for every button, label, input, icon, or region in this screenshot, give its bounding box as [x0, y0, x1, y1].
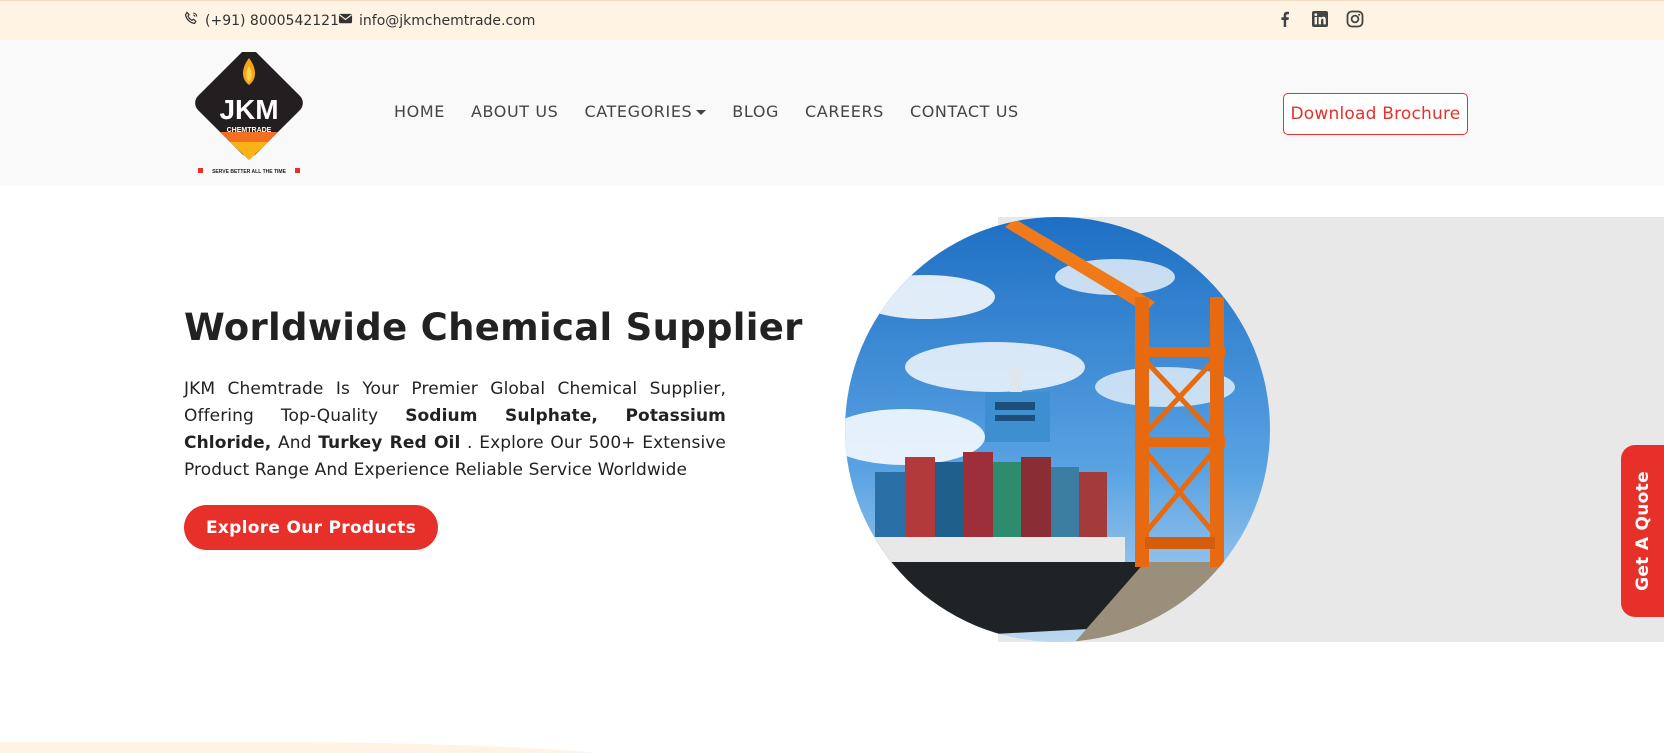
hero-description: JKM Chemtrade Is Your Premier Global Che… — [184, 376, 726, 484]
explore-products-button[interactable]: Explore Our Products — [184, 505, 438, 550]
nav-about-us[interactable]: ABOUT US — [471, 102, 558, 121]
svg-text:JKM: JKM — [219, 94, 278, 125]
instagram-icon[interactable] — [1346, 10, 1364, 28]
linkedin-icon[interactable] — [1311, 10, 1329, 28]
nav-blog[interactable]: BLOG — [732, 102, 779, 121]
nav-home[interactable]: HOME — [394, 102, 445, 121]
svg-text:SERVE BETTER ALL THE TIME: SERVE BETTER ALL THE TIME — [212, 169, 286, 175]
get-a-quote-tab[interactable]: Get A Quote — [1621, 445, 1664, 617]
hero-desc-part-2: And — [271, 433, 319, 453]
nav-categories-label: CATEGORIES — [584, 102, 693, 121]
main-header: JKM CHEMTRADE SERVE BETTER ALL THE TIME … — [0, 40, 1664, 186]
facebook-icon[interactable] — [1276, 10, 1294, 28]
email-address[interactable]: info@jkmchemtrade.com — [359, 13, 535, 29]
phone-number[interactable]: (+91) 8000542121 — [205, 13, 339, 29]
company-logo[interactable]: JKM CHEMTRADE SERVE BETTER ALL THE TIME — [194, 49, 304, 176]
nav-categories[interactable]: CATEGORIES — [584, 102, 707, 121]
hero-title: Worldwide Chemical Supplier — [184, 306, 803, 349]
social-links — [1276, 10, 1364, 28]
nav-careers[interactable]: CAREERS — [805, 102, 884, 121]
hero-desc-bold-2: Turkey Red Oil — [318, 433, 461, 453]
svg-text:CHEMTRADE: CHEMTRADE — [227, 127, 272, 134]
download-brochure-button[interactable]: Download Brochure — [1283, 93, 1468, 135]
nav-contact-us[interactable]: CONTACT US — [910, 102, 1019, 121]
caret-down-icon — [696, 109, 707, 115]
bottom-decorative-shape — [0, 742, 660, 753]
top-bar: (+91) 8000542121 info@jkmchemtrade.com — [0, 0, 1664, 40]
email-contact[interactable]: info@jkmchemtrade.com — [338, 11, 535, 30]
phone-icon — [184, 11, 199, 30]
main-nav: HOME ABOUT US CATEGORIES BLOG CAREERS CO… — [394, 102, 1019, 121]
get-a-quote-label: Get A Quote — [1632, 471, 1653, 591]
envelope-icon — [338, 11, 353, 30]
phone-contact[interactable]: (+91) 8000542121 — [184, 11, 339, 30]
hero-image — [845, 217, 1270, 642]
